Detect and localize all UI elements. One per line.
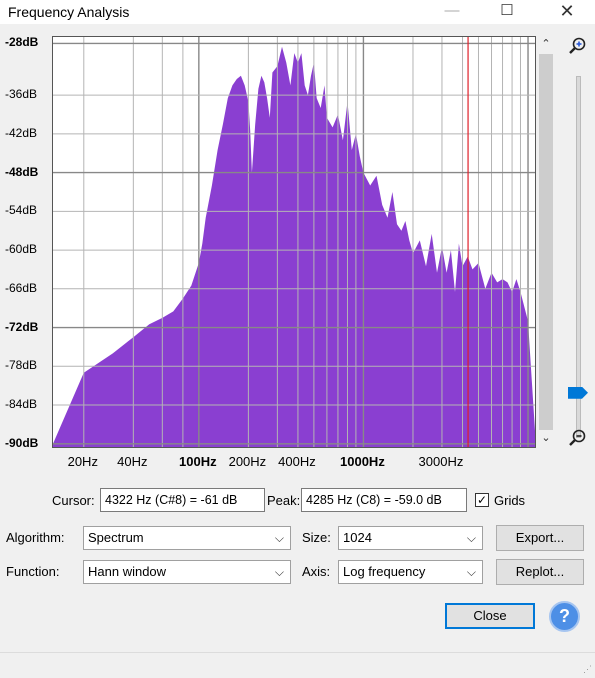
peak-readout: 4285 Hz (C8) = -59.0 dB xyxy=(301,488,467,512)
algorithm-value: Spectrum xyxy=(88,530,144,545)
y-tick-label: -72dB xyxy=(5,319,39,334)
axis-select[interactable]: Log frequency ⌵ xyxy=(338,560,483,584)
x-tick-label: 1000Hz xyxy=(340,454,385,469)
resize-grip-icon[interactable]: ⋰ xyxy=(583,664,592,675)
function-value: Hann window xyxy=(88,564,167,579)
y-tick-label: -42dB xyxy=(5,125,38,140)
zoom-track[interactable] xyxy=(576,76,581,438)
axis-label: Axis: xyxy=(302,564,331,579)
y-tick-label: -90dB xyxy=(5,435,39,450)
scroll-thumb[interactable] xyxy=(539,54,553,430)
grids-label[interactable]: Grids xyxy=(494,493,525,508)
x-tick-label: 40Hz xyxy=(117,454,148,469)
export-button[interactable]: Export... xyxy=(496,525,584,551)
close-icon[interactable]: ✕ xyxy=(552,0,582,24)
function-label: Function: xyxy=(6,564,60,579)
x-tick-label: 200Hz xyxy=(228,454,267,469)
x-tick-label: 3000Hz xyxy=(418,454,464,469)
title-bar: Frequency Analysis — ☐ ✕ xyxy=(0,0,595,24)
algorithm-label: Algorithm: xyxy=(6,530,65,545)
y-tick-label: -28dB xyxy=(5,35,39,50)
chevron-down-icon: ⌵ xyxy=(274,531,284,545)
zoom-thumb[interactable] xyxy=(568,386,588,399)
spectrum-svg xyxy=(53,37,535,447)
y-tick-label: -60dB xyxy=(5,242,38,257)
y-tick-label: -66dB xyxy=(5,280,38,295)
x-tick-label: 400Hz xyxy=(278,454,316,469)
y-tick-label: -78dB xyxy=(5,358,38,373)
x-axis-labels: 20Hz 40Hz 100Hz 200Hz 400Hz 1000Hz 3000Hz xyxy=(52,452,536,472)
y-tick-label: -48dB xyxy=(5,164,39,179)
size-value: 1024 xyxy=(343,530,372,545)
zoom-out-icon[interactable] xyxy=(566,428,588,448)
size-label: Size: xyxy=(302,530,331,545)
y-axis-labels: -28dB -36dB -42dB -48dB -54dB -60dB -66dB -72dB… xyxy=(0,35,50,450)
replot-button[interactable]: Replot... xyxy=(496,559,584,585)
scroll-up-icon[interactable]: ⌃ xyxy=(538,36,554,52)
window-title: Frequency Analysis xyxy=(8,4,130,20)
function-select[interactable]: Hann window ⌵ xyxy=(83,560,291,584)
axis-value: Log frequency xyxy=(343,564,426,579)
algorithm-select[interactable]: Spectrum ⌵ xyxy=(83,526,291,550)
cursor-label: Cursor: xyxy=(52,493,95,508)
size-select[interactable]: 1024 ⌵ xyxy=(338,526,483,550)
status-bar: ⋰ xyxy=(0,652,595,678)
scroll-down-icon[interactable]: ⌄ xyxy=(538,430,554,446)
x-tick-label: 20Hz xyxy=(67,454,98,469)
y-tick-label: -84dB xyxy=(5,397,38,412)
chevron-down-icon: ⌵ xyxy=(274,565,284,579)
vertical-scrollbar[interactable]: ⌃ ⌄ xyxy=(538,36,554,448)
y-tick-label: -54dB xyxy=(5,203,38,218)
minimize-icon[interactable]: — xyxy=(437,0,467,24)
cursor-readout: 4322 Hz (C#8) = -61 dB xyxy=(100,488,265,512)
zoom-slider[interactable] xyxy=(562,36,592,448)
zoom-in-icon[interactable] xyxy=(566,36,588,56)
peak-label: Peak: xyxy=(267,493,301,508)
x-tick-label: 100Hz xyxy=(179,454,217,469)
maximize-icon[interactable]: ☐ xyxy=(492,0,522,24)
help-button[interactable]: ? xyxy=(549,601,580,632)
spectrum-plot[interactable] xyxy=(52,36,536,448)
chevron-down-icon: ⌵ xyxy=(466,531,476,545)
close-button[interactable]: Close xyxy=(445,603,535,629)
y-tick-label: -36dB xyxy=(5,87,38,102)
chevron-down-icon: ⌵ xyxy=(466,565,476,579)
grids-checkbox[interactable]: ✓ xyxy=(475,493,489,507)
